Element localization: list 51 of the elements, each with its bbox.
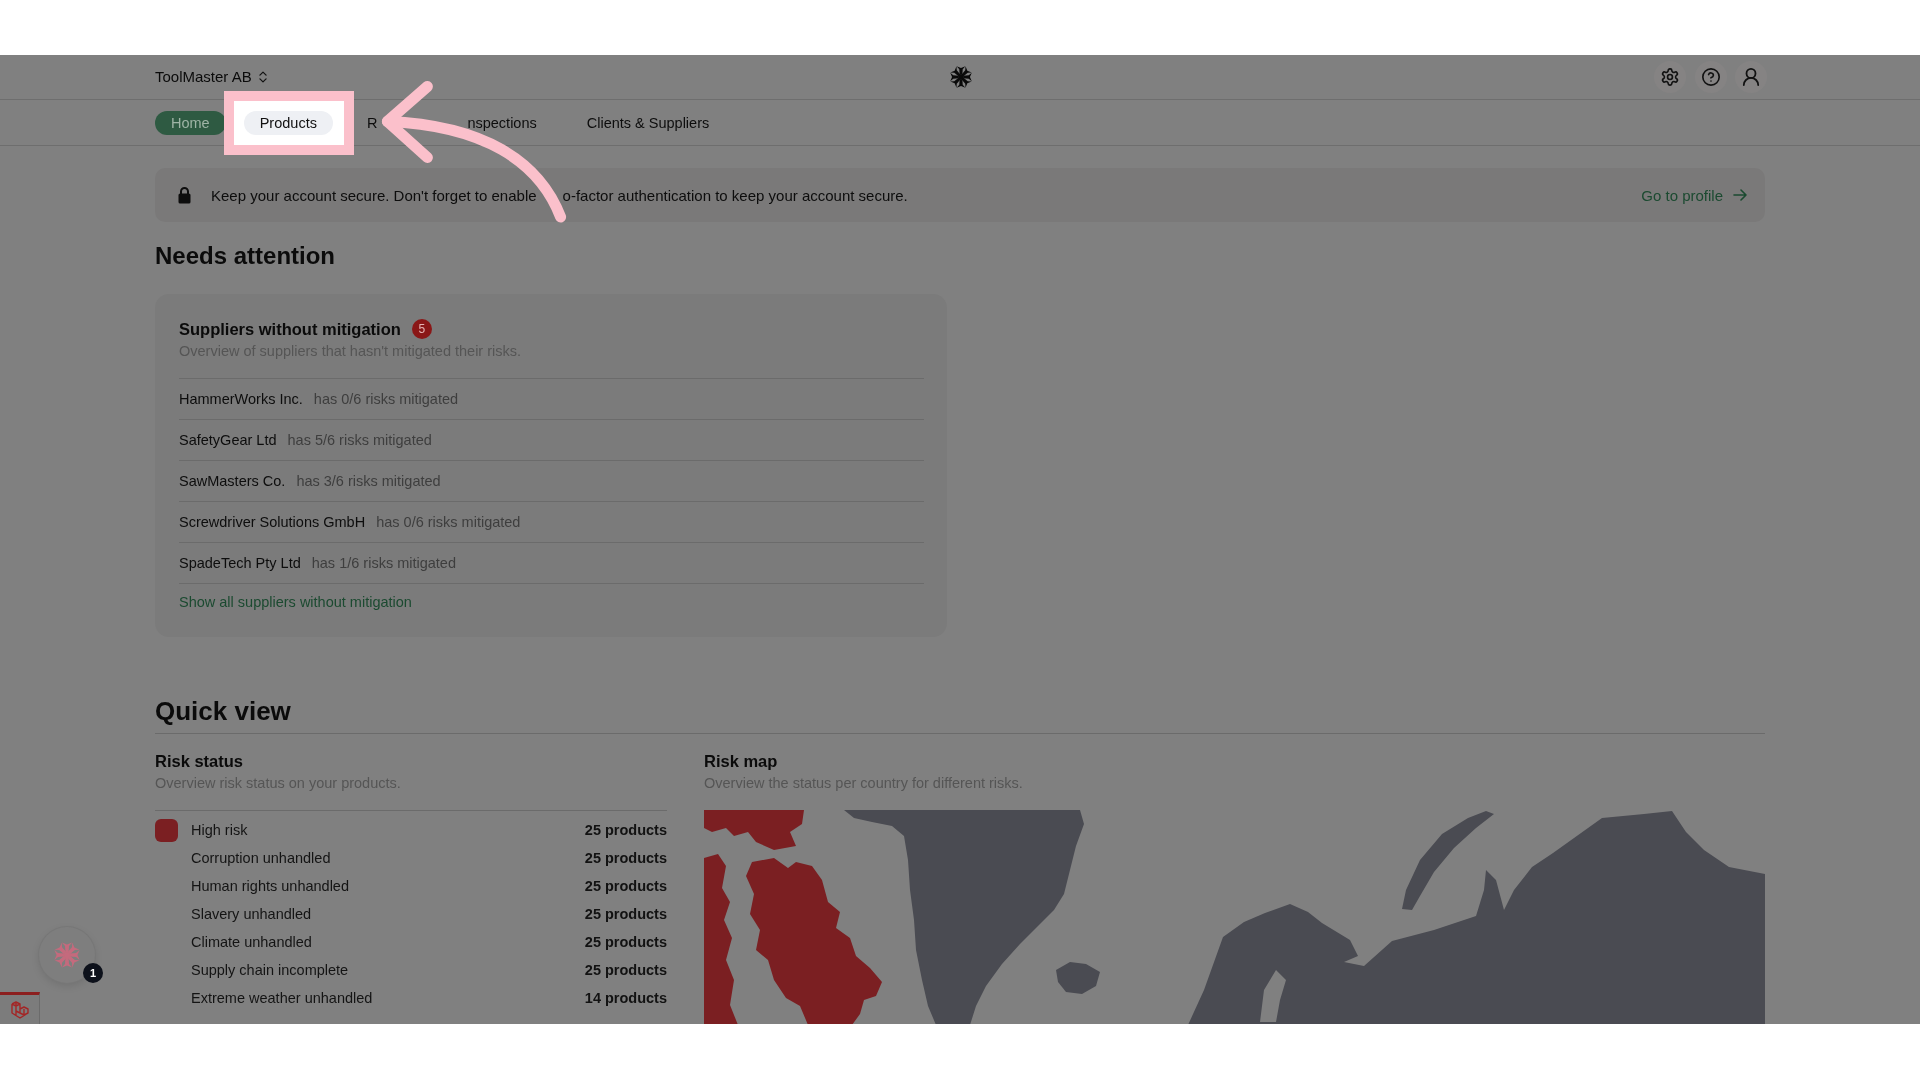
risk-label: Corruption unhandled bbox=[191, 850, 331, 866]
mitigation-status: has 5/6 risks mitigated bbox=[287, 432, 432, 448]
section-heading: Needs attention bbox=[155, 241, 336, 271]
section-heading: Quick view bbox=[155, 695, 291, 727]
account-button[interactable] bbox=[1735, 61, 1767, 93]
risk-label: Human rights unhandled bbox=[191, 878, 349, 894]
nav-tab[interactable]: nspections bbox=[451, 110, 553, 135]
risk-label: Extreme weather unhandled bbox=[191, 990, 373, 1006]
nav-tab[interactable]: Home bbox=[155, 110, 226, 135]
banner-message: Keep your account secure. Don't forget to enable bbox=[211, 186, 537, 204]
banner-message: o-factor authentication to keep your account secure. bbox=[562, 186, 908, 204]
card-title: Suppliers without mitigation bbox=[179, 319, 401, 339]
chevrons-icon bbox=[258, 70, 267, 83]
mitigation-status: has 1/6 risks mitigated bbox=[311, 555, 456, 571]
notification-badge: 1 bbox=[83, 963, 103, 983]
supplier-name: SpadeTech Pty Ltd bbox=[179, 555, 301, 571]
supplier-name: Screwdriver Solutions GmbH bbox=[179, 514, 366, 530]
risk-label: Climate unhandled bbox=[191, 934, 312, 950]
starburst-logo-icon bbox=[949, 65, 973, 89]
risk-label: High risk bbox=[191, 822, 248, 838]
lock-icon bbox=[178, 186, 191, 204]
panel-title: Risk status bbox=[155, 751, 244, 772]
nav-tab[interactable]: Clients & Suppliers bbox=[570, 110, 726, 135]
product-count: 25 products bbox=[584, 878, 667, 894]
supplier-name: SawMasters Co. bbox=[179, 473, 286, 489]
mitigation-status: has 0/6 risks mitigated bbox=[376, 514, 521, 530]
stacked-cubes-icon bbox=[10, 1000, 29, 1019]
risk-label: Slavery unhandled bbox=[191, 906, 312, 922]
panel-title: Risk map bbox=[704, 751, 778, 772]
workspace-switcher[interactable]: ToolMaster AB bbox=[155, 68, 267, 85]
help-icon bbox=[1701, 68, 1720, 86]
product-count: 25 products bbox=[584, 850, 667, 866]
supplier-name: HammerWorks Inc. bbox=[179, 391, 303, 407]
supplier-name: SafetyGear Ltd bbox=[179, 432, 277, 448]
product-count: 25 products bbox=[584, 822, 667, 838]
mitigation-status: has 0/6 risks mitigated bbox=[313, 391, 459, 407]
user-icon bbox=[1742, 68, 1760, 86]
product-count: 14 products bbox=[584, 990, 667, 1006]
assistant-button[interactable] bbox=[39, 927, 95, 983]
count-badge: 5 bbox=[411, 319, 432, 339]
product-count: 25 products bbox=[584, 934, 667, 950]
arrow-right-icon bbox=[1733, 189, 1747, 201]
product-count: 25 products bbox=[584, 962, 667, 978]
starburst-icon bbox=[53, 941, 81, 969]
settings-button[interactable] bbox=[1654, 61, 1686, 93]
settings-icon bbox=[1661, 68, 1679, 86]
mitigation-status: has 3/6 risks mitigated bbox=[296, 473, 441, 489]
risk-label: Supply chain incomplete bbox=[191, 962, 349, 978]
nav-tab[interactable]: R bbox=[350, 110, 380, 135]
help-button[interactable] bbox=[1694, 61, 1727, 93]
product-count: 25 products bbox=[584, 906, 667, 922]
